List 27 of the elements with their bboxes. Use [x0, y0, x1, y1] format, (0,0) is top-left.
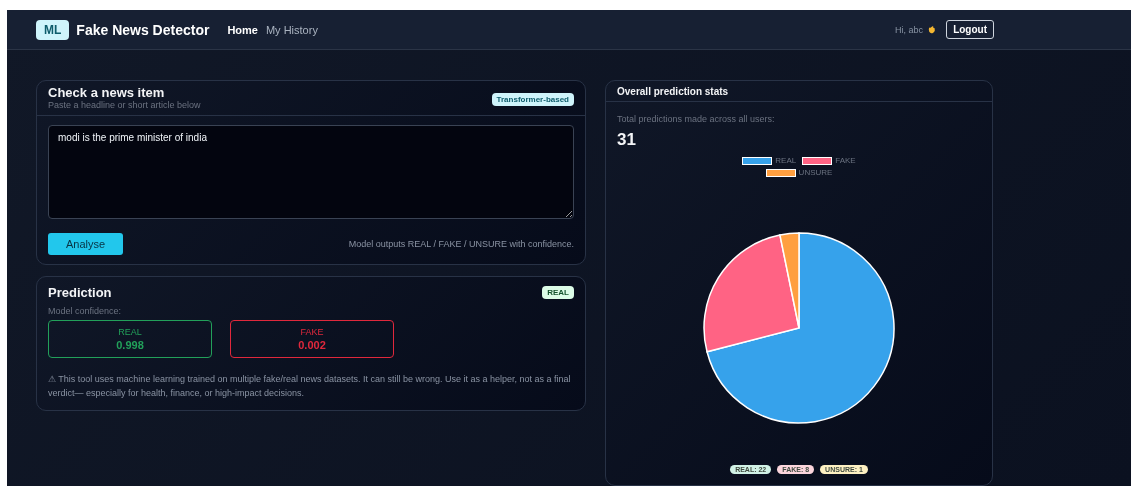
app-title: Fake News Detector [76, 21, 210, 38]
greeting: Hi, abc [895, 24, 924, 35]
card-title: Prediction [48, 285, 112, 300]
logout-button[interactable]: Logout [946, 20, 994, 39]
score-label: REAL [118, 327, 142, 337]
card-subtitle: Paste a headline or short article below [48, 100, 201, 110]
news-input-field[interactable]: modi is the prime minister of india [48, 125, 574, 219]
model-note: Model outputs REAL / FAKE / UNSURE with confidence. [348, 239, 574, 249]
score-value: 0.002 [298, 339, 326, 351]
model-badge: Transformer-based [491, 93, 574, 106]
nav-link[interactable]: Home [227, 23, 258, 36]
result-badge: REAL [542, 286, 574, 299]
logo-badge: ML [36, 19, 70, 40]
legend-label: REAL [775, 156, 797, 165]
legend-label: FAKE [835, 156, 856, 165]
hand-icon [927, 25, 937, 34]
nav-link[interactable]: My History [265, 23, 318, 36]
score-value: 0.998 [116, 339, 144, 351]
card-title: Overall prediction stats [606, 81, 992, 102]
legend-label: UNSURE [798, 168, 833, 177]
card-title: Check a news item [48, 85, 166, 100]
disclaimer-text: ⚠ This tool uses machine learning trained on multiple fake/real news datasets. It can still be wrong. Use it as a helper, not as a final verdict— especially for health, finance, or high-impact decisions. [48, 373, 572, 400]
score-label: FAKE [300, 327, 324, 337]
total-label: Total predictions made across all users: [617, 114, 776, 124]
confidence-label: Model confidence: [48, 306, 123, 316]
analyse-button[interactable]: Analyse [48, 233, 124, 255]
total-count: 31 [617, 130, 637, 150]
